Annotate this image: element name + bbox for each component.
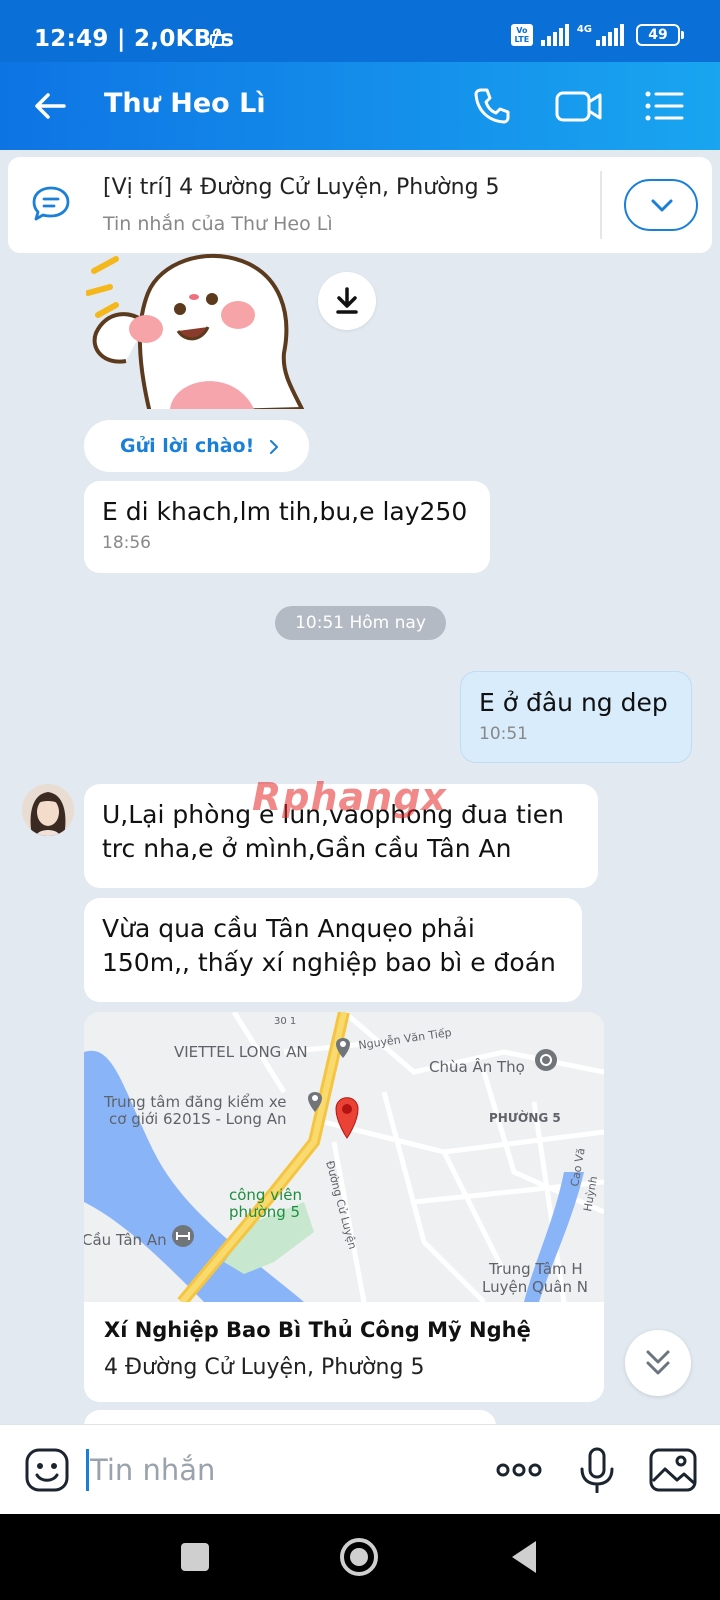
microphone-icon[interactable] xyxy=(572,1447,622,1493)
download-icon xyxy=(336,287,358,314)
lock-icon xyxy=(210,28,224,46)
own-message-bubble[interactable]: E ở đâu ng dep 10:51 xyxy=(460,671,692,763)
status-bar: 12:49 | 2,0KB/s Vo LTE 4G 49 xyxy=(0,0,720,62)
map-label: PHƯỜNG 5 xyxy=(489,1110,561,1125)
back-icon[interactable] xyxy=(504,1536,546,1578)
send-greeting-button[interactable]: Gửi lời chào! xyxy=(84,420,309,472)
scroll-to-bottom-button[interactable] xyxy=(625,1330,691,1396)
pinned-subtitle: Tin nhắn của Thư Heo Lì xyxy=(103,213,333,235)
status-time: 12:49 | 2,0KB/s xyxy=(34,26,235,52)
signal-4g-icon xyxy=(596,24,624,46)
date-separator: 10:51 Hôm nay xyxy=(275,606,446,640)
map-label: cơ giới 6201S - Long An xyxy=(109,1110,286,1128)
map-label: Cầu Tân An xyxy=(84,1231,167,1249)
message-input[interactable] xyxy=(90,1447,470,1493)
text-cursor xyxy=(86,1449,89,1491)
map-label: 30 1 xyxy=(274,1016,296,1027)
map-label: Luyện Quân N xyxy=(482,1278,588,1296)
pinned-message-bar[interactable]: [Vị trí] 4 Đường Cử Luyện, Phường 5 Tin … xyxy=(8,157,712,253)
avatar[interactable] xyxy=(22,784,74,836)
avatar-image xyxy=(22,784,74,836)
map-label: công viên xyxy=(229,1186,302,1204)
message-bubble-icon xyxy=(32,186,70,221)
network-type: 4G xyxy=(576,24,592,35)
phone-icon[interactable] xyxy=(470,84,514,128)
chat-title[interactable]: Thư Heo Lì xyxy=(104,88,266,119)
back-arrow-icon[interactable] xyxy=(30,86,70,126)
expand-pinned-button[interactable] xyxy=(624,179,698,231)
chat-header: Thư Heo Lì xyxy=(0,62,720,150)
system-navigation-bar xyxy=(0,1514,720,1600)
home-icon[interactable] xyxy=(338,1536,380,1578)
message-time: 18:56 xyxy=(102,533,151,553)
message-bubble[interactable]: E di khach,lm tih,bu,e lay250 18:56 xyxy=(84,481,490,573)
signal-icon xyxy=(540,24,569,46)
watermark: Rphangx xyxy=(252,775,447,819)
status-icons: Vo LTE 4G 49 xyxy=(510,24,684,46)
message-text: Vừa qua cầu Tân Anquẹo phải 150m,, thấy … xyxy=(102,914,556,977)
chevron-down-icon xyxy=(651,199,673,212)
message-text: E ở đâu ng dep xyxy=(479,688,668,717)
message-time: 10:51 xyxy=(479,724,528,744)
message-bubble[interactable]: Vừa qua cầu Tân Anquẹo phải 150m,, thấy … xyxy=(84,898,582,1002)
map-label: VIETTEL LONG AN xyxy=(174,1043,308,1061)
place-address: 4 Đường Cử Luyện, Phường 5 xyxy=(104,1355,425,1380)
double-chevron-down-icon xyxy=(646,1350,670,1375)
map-label: Trung tâm đăng kiểm xe xyxy=(103,1093,287,1111)
more-options-icon[interactable] xyxy=(494,1447,544,1493)
volte-icon: Vo LTE xyxy=(510,24,533,46)
battery-level: 49 xyxy=(648,27,668,43)
location-card[interactable]: VIETTEL LONG AN Nguyễn Văn Tiếp Chùa Ân … xyxy=(84,1012,604,1402)
chevron-right-icon xyxy=(270,440,278,454)
sticker-image[interactable] xyxy=(86,253,312,409)
map-label: phường 5 xyxy=(229,1203,300,1221)
video-call-icon[interactable] xyxy=(554,84,604,128)
map-label: Chùa Ân Thọ xyxy=(429,1057,525,1076)
download-button[interactable] xyxy=(318,272,376,330)
image-gallery-icon[interactable] xyxy=(648,1447,698,1493)
waving-sticker-icon xyxy=(86,253,305,409)
recent-apps-icon[interactable] xyxy=(174,1536,216,1578)
message-input-bar xyxy=(0,1424,720,1514)
menu-list-icon[interactable] xyxy=(642,84,686,128)
battery-icon: 49 xyxy=(636,24,684,46)
emoji-icon[interactable] xyxy=(24,1447,70,1493)
place-name: Xí Nghiệp Bao Bì Thủ Công Mỹ Nghệ xyxy=(104,1318,531,1342)
map-preview[interactable]: VIETTEL LONG AN Nguyễn Văn Tiếp Chùa Ân … xyxy=(84,1012,604,1302)
greeting-label: Gửi lời chào! xyxy=(120,435,255,457)
divider xyxy=(600,171,602,239)
message-text: E di khach,lm tih,bu,e lay250 xyxy=(102,497,468,526)
map-label: Trung Tâm H xyxy=(488,1260,583,1278)
pinned-title: [Vị trí] 4 Đường Cử Luyện, Phường 5 xyxy=(103,175,500,200)
